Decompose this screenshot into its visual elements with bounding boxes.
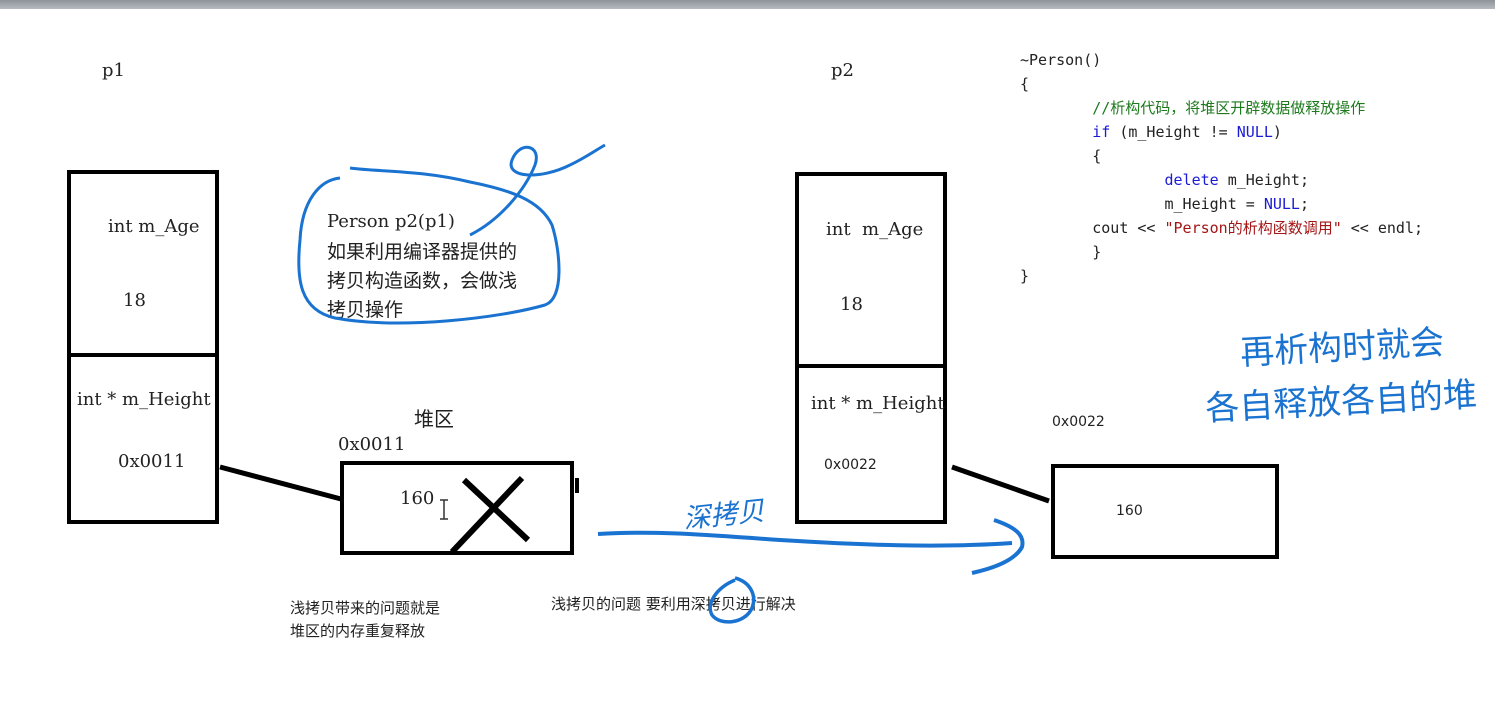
pointer-line-right — [951, 464, 1050, 504]
heap-left-cross — [449, 475, 525, 555]
speech-bubble-tail — [469, 143, 606, 237]
deep-copy-arrow-shaft — [597, 530, 1013, 548]
pointer-line-left — [219, 464, 342, 502]
highlight-circle — [708, 576, 756, 624]
diagram-strokes — [219, 143, 1050, 624]
text-cursor-icon — [440, 499, 448, 520]
